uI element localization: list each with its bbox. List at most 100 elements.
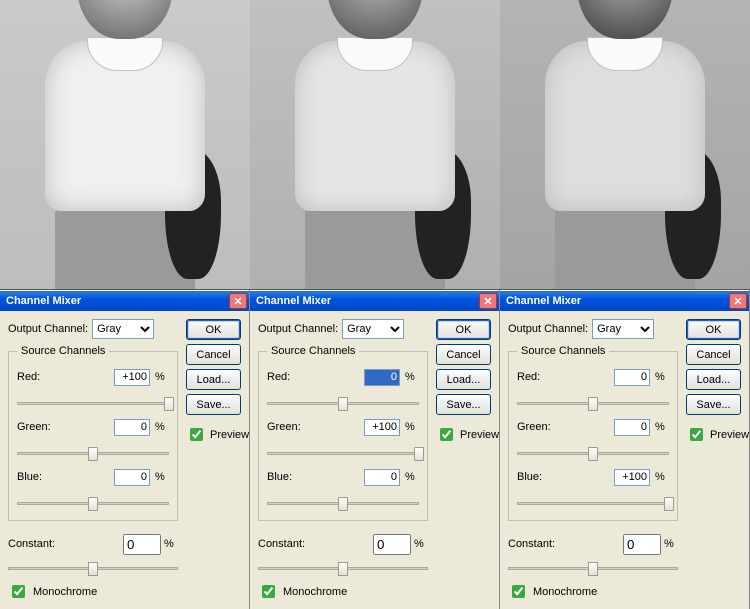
cancel-button[interactable]: Cancel [686,344,741,365]
save-button[interactable]: Save... [436,394,491,415]
green-label: Green: [17,421,59,433]
output-channel-select[interactable]: Gray [92,319,154,339]
monochrome-checkbox[interactable] [12,585,25,598]
blue-slider[interactable] [517,494,669,512]
save-button[interactable]: Save... [186,394,241,415]
percent-label: % [414,538,428,550]
channel-mixer-dialog: Channel Mixer ✕ Output Channel: Gray Sou… [250,290,499,609]
output-channel-label: Output Channel: [8,323,88,335]
load-button[interactable]: Load... [186,369,241,390]
blue-input[interactable] [364,469,400,486]
close-icon: ✕ [483,295,492,308]
dialog-titlebar[interactable]: Channel Mixer ✕ [250,291,499,311]
percent-label: % [655,421,669,433]
constant-input[interactable] [123,534,161,555]
percent-label: % [155,471,169,483]
red-input[interactable] [614,369,650,386]
red-input[interactable] [364,369,400,386]
channel-mixer-dialog: Channel Mixer ✕ Output Channel: Gray Sou… [0,290,249,609]
percent-label: % [405,421,419,433]
output-channel-select[interactable]: Gray [592,319,654,339]
green-slider[interactable] [267,444,419,462]
green-label: Green: [267,421,309,433]
ok-button[interactable]: OK [686,319,741,340]
constant-input[interactable] [373,534,411,555]
close-icon: ✕ [233,295,242,308]
close-icon: ✕ [733,295,742,308]
dialog-titlebar[interactable]: Channel Mixer ✕ [500,291,749,311]
preview-checkbox[interactable] [690,428,703,441]
ok-button[interactable]: OK [186,319,241,340]
monochrome-label: Monochrome [283,586,347,598]
green-input[interactable] [614,419,650,436]
panel-green: Channel Mixer ✕ Output Channel: Gray Sou… [250,0,500,609]
percent-label: % [155,371,169,383]
green-input[interactable] [114,419,150,436]
dialog-titlebar[interactable]: Channel Mixer ✕ [0,291,249,311]
preview-checkbox[interactable] [440,428,453,441]
panel-blue: Channel Mixer ✕ Output Channel: Gray Sou… [500,0,750,609]
close-button[interactable]: ✕ [479,293,497,309]
percent-label: % [405,371,419,383]
blue-slider[interactable] [17,494,169,512]
constant-label: Constant: [8,538,60,550]
ok-button[interactable]: OK [436,319,491,340]
constant-input[interactable] [623,534,661,555]
source-channels-legend: Source Channels [17,345,109,357]
percent-label: % [405,471,419,483]
blue-slider[interactable] [267,494,419,512]
preview-label: Preview [710,429,749,441]
percent-label: % [655,471,669,483]
dialog-title: Channel Mixer [506,295,729,307]
green-label: Green: [517,421,559,433]
dialog-title: Channel Mixer [6,295,229,307]
source-channels-legend: Source Channels [267,345,359,357]
green-slider[interactable] [517,444,669,462]
red-slider[interactable] [17,394,169,412]
cancel-button[interactable]: Cancel [186,344,241,365]
blue-input[interactable] [614,469,650,486]
close-button[interactable]: ✕ [729,293,747,309]
output-channel-select[interactable]: Gray [342,319,404,339]
monochrome-label: Monochrome [533,586,597,598]
monochrome-checkbox[interactable] [262,585,275,598]
save-button[interactable]: Save... [686,394,741,415]
red-label: Red: [17,371,59,383]
channel-mixer-dialog: Channel Mixer ✕ Output Channel: Gray Sou… [500,290,749,609]
red-label: Red: [267,371,309,383]
preview-image [0,0,250,290]
preview-label: Preview [460,429,499,441]
blue-label: Blue: [517,471,559,483]
preview-checkbox[interactable] [190,428,203,441]
load-button[interactable]: Load... [686,369,741,390]
constant-label: Constant: [508,538,560,550]
constant-slider[interactable] [508,559,678,577]
red-slider[interactable] [517,394,669,412]
preview-image [500,0,750,290]
blue-input[interactable] [114,469,150,486]
green-slider[interactable] [17,444,169,462]
red-slider[interactable] [267,394,419,412]
percent-label: % [664,538,678,550]
source-channels-group: Source Channels Red: % Green: [508,345,678,521]
preview-label: Preview [210,429,249,441]
monochrome-checkbox[interactable] [512,585,525,598]
percent-label: % [164,538,178,550]
panel-red: Channel Mixer ✕ Output Channel: Gray Sou… [0,0,250,609]
percent-label: % [155,421,169,433]
red-input[interactable] [114,369,150,386]
load-button[interactable]: Load... [436,369,491,390]
green-input[interactable] [364,419,400,436]
blue-label: Blue: [267,471,309,483]
close-button[interactable]: ✕ [229,293,247,309]
constant-label: Constant: [258,538,310,550]
cancel-button[interactable]: Cancel [436,344,491,365]
source-channels-group: Source Channels Red: % Green: [258,345,428,521]
constant-slider[interactable] [8,559,178,577]
source-channels-legend: Source Channels [517,345,609,357]
source-channels-group: Source Channels Red: % Green: [8,345,178,521]
output-channel-label: Output Channel: [258,323,338,335]
percent-label: % [655,371,669,383]
blue-label: Blue: [17,471,59,483]
constant-slider[interactable] [258,559,428,577]
